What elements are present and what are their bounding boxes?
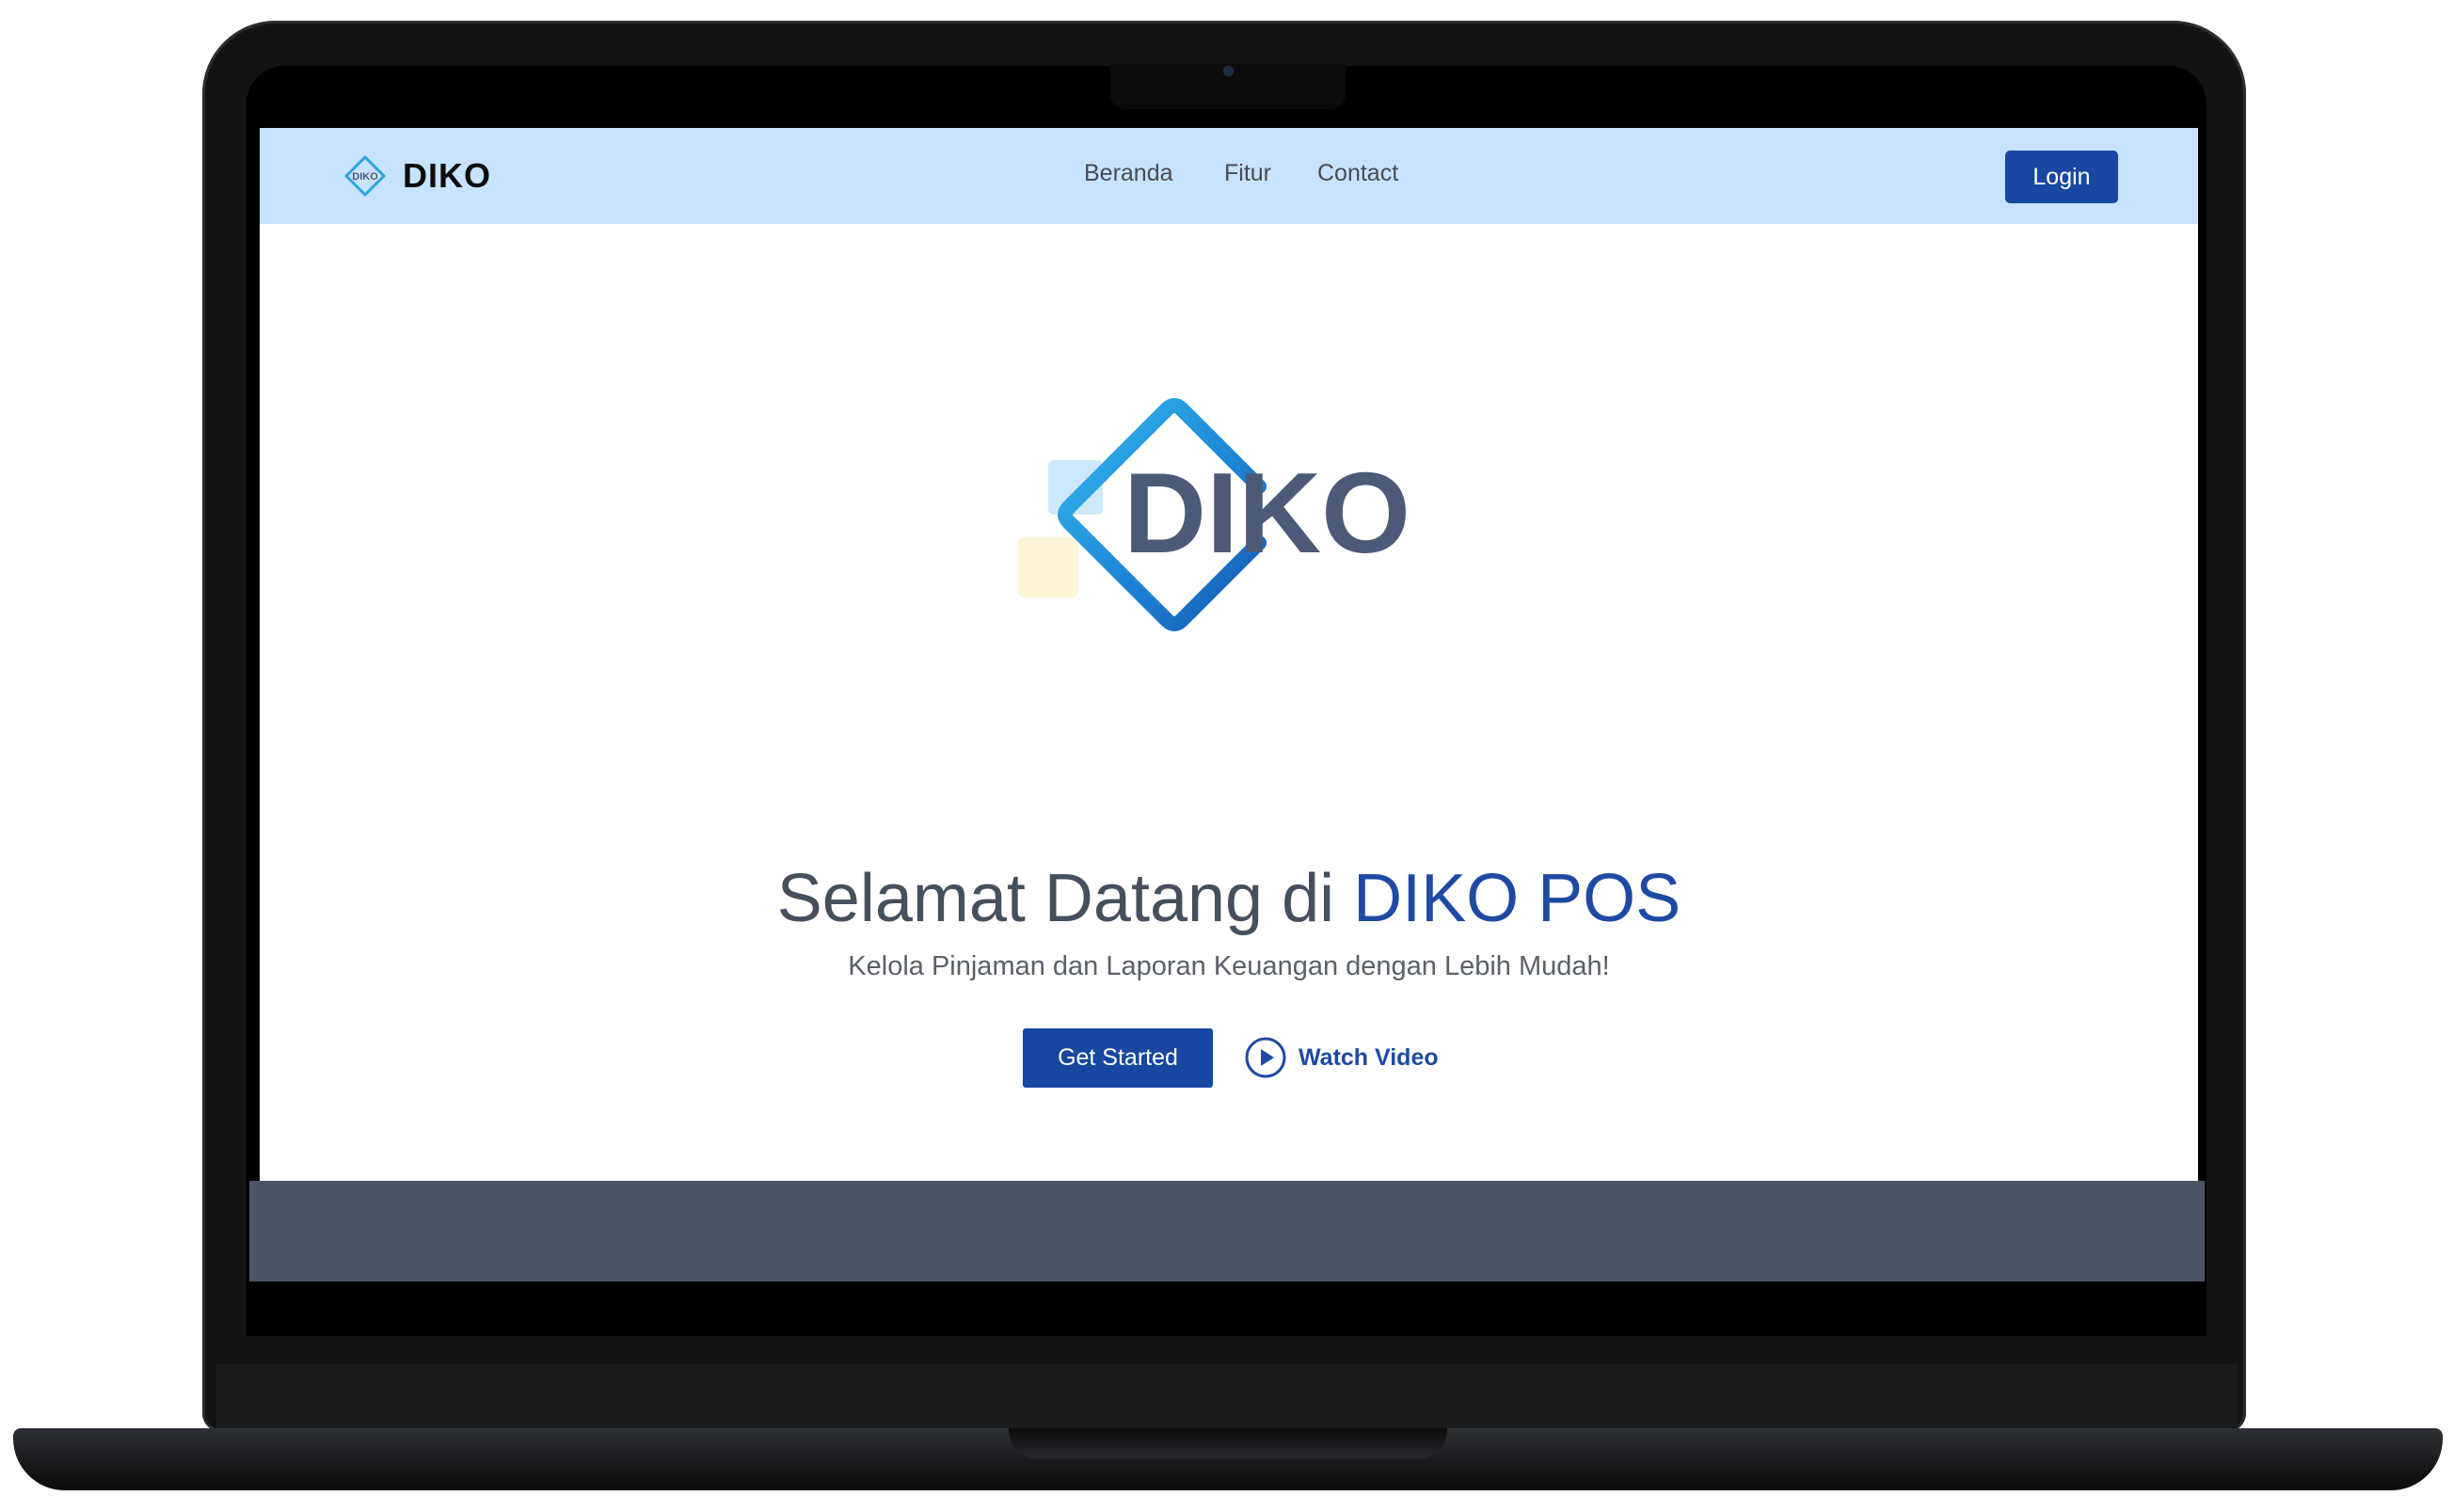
hero-title: Selamat Datang di DIKO POS bbox=[260, 860, 2198, 937]
hero-logo: DIKO bbox=[1018, 398, 1410, 631]
hero-title-accent: DIKO POS bbox=[1353, 861, 1681, 936]
laptop-hinge bbox=[1009, 1428, 1447, 1458]
watch-video-label: Watch Video bbox=[1299, 1043, 1439, 1071]
laptop-chin bbox=[216, 1364, 2238, 1430]
browser-viewport: DIKO DIKO Beranda Fitur Contact Login DI… bbox=[260, 128, 2198, 1281]
diko-logo-icon: DIKO bbox=[344, 155, 386, 197]
logo-wordmark: DIKO bbox=[1123, 449, 1410, 577]
bottom-section-band bbox=[249, 1181, 2205, 1281]
get-started-button[interactable]: Get Started bbox=[1023, 1028, 1213, 1088]
watch-video-link[interactable]: Watch Video bbox=[1244, 1034, 1439, 1081]
hero-title-prefix: Selamat Datang di bbox=[776, 861, 1354, 936]
nav-link-contact[interactable]: Contact bbox=[1317, 160, 1398, 192]
hero-subtitle: Kelola Pinjaman dan Laporan Keuangan den… bbox=[848, 951, 1610, 981]
brand[interactable]: DIKO DIKO bbox=[343, 154, 491, 198]
svg-text:DIKO: DIKO bbox=[352, 171, 378, 183]
nav-link-fitur[interactable]: Fitur bbox=[1224, 160, 1271, 192]
brand-name: DIKO bbox=[403, 156, 491, 195]
nav-link-beranda[interactable]: Beranda bbox=[1084, 160, 1173, 192]
login-button[interactable]: Login bbox=[2005, 151, 2118, 203]
camera-icon bbox=[1223, 66, 1234, 76]
play-circle-icon bbox=[1245, 1037, 1286, 1078]
navbar: DIKO DIKO Beranda Fitur Contact Login bbox=[260, 128, 2198, 224]
